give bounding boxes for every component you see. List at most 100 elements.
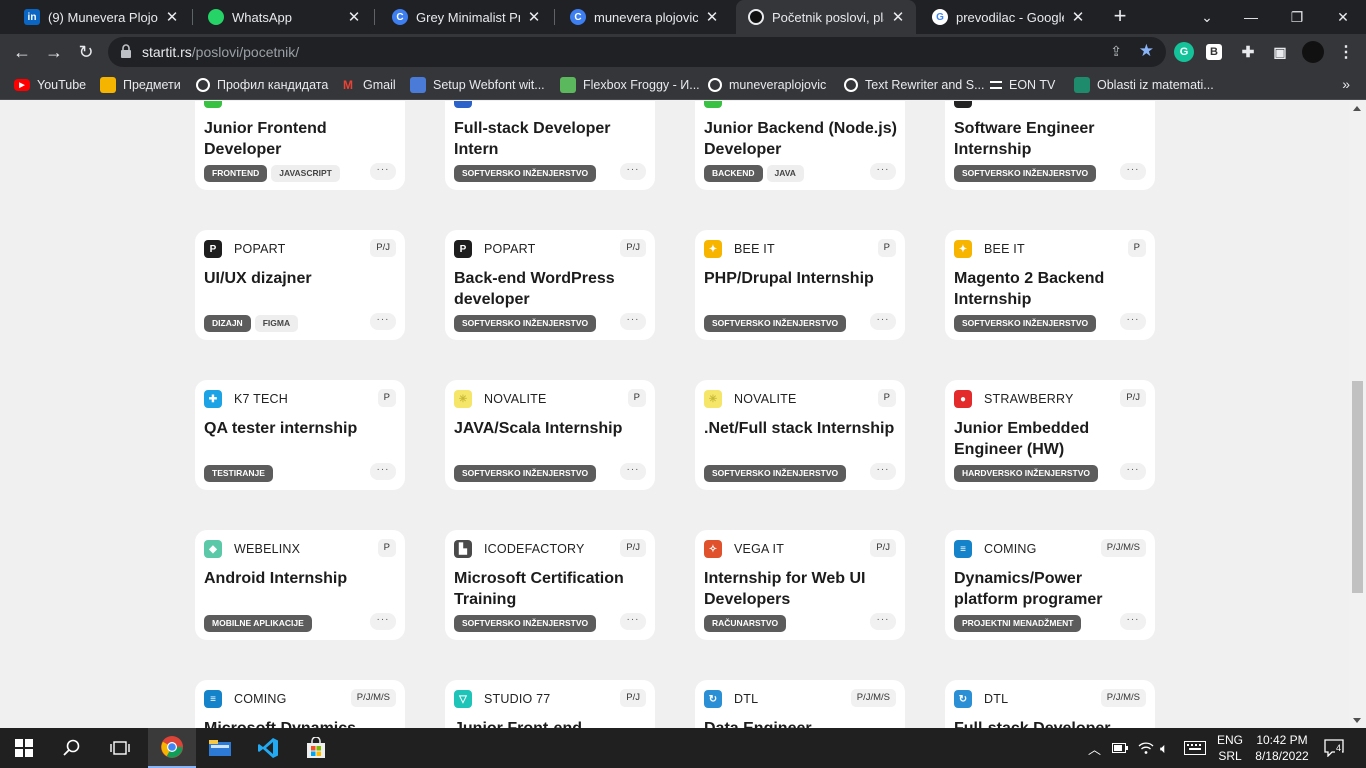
- job-card[interactable]: ✦ BEE IT P Magento 2 Backend Internship Soft…: [945, 230, 1155, 340]
- job-title[interactable]: Junior Front-end: [454, 718, 650, 728]
- forward-button[interactable]: →: [40, 38, 68, 66]
- company-name[interactable]: NOVALITE: [484, 392, 547, 406]
- close-window-button[interactable]: ✕: [1320, 0, 1366, 34]
- job-tag[interactable]: Softversko inženjerstvo: [454, 165, 597, 182]
- job-tag[interactable]: Hardversko inženjerstvo: [954, 465, 1098, 482]
- keyboard-icon[interactable]: [1184, 728, 1206, 768]
- job-tag[interactable]: Softversko inženjerstvo: [704, 465, 847, 482]
- more-options-icon[interactable]: ···: [870, 313, 896, 330]
- close-tab-icon[interactable]: ✕: [164, 8, 180, 26]
- job-tag[interactable]: Softversko inženjerstvo: [954, 315, 1097, 332]
- bookmark-item[interactable]: Профил кандидата: [196, 76, 328, 94]
- company-name[interactable]: COMING: [234, 692, 287, 706]
- tray-chevron-icon[interactable]: ︿: [1088, 728, 1101, 768]
- bookmark-item[interactable]: M Gmail: [340, 76, 396, 94]
- bookmark-star-icon[interactable]: ★: [1139, 41, 1154, 61]
- job-title[interactable]: Back-end WordPress developer: [454, 268, 650, 310]
- browser-tab[interactable]: C Grey Minimalist Profess ✕: [380, 0, 552, 34]
- browser-tab[interactable]: Cmunevera plojovic – A ✕: [558, 0, 730, 34]
- scrollbar-thumb[interactable]: [1352, 381, 1363, 593]
- bookmark-item[interactable]: Предмети: [100, 76, 181, 94]
- job-tag[interactable]: Frontend: [204, 165, 268, 182]
- job-title[interactable]: Dynamics/Power platform programer: [954, 568, 1150, 610]
- back-button[interactable]: ←: [8, 38, 36, 66]
- job-title[interactable]: Junior Frontend Developer: [204, 118, 400, 160]
- close-tab-icon[interactable]: ✕: [526, 8, 542, 26]
- job-tag[interactable]: Figma: [254, 315, 299, 332]
- more-options-icon[interactable]: ···: [1120, 163, 1146, 180]
- bookmark-item[interactable]: Oblasti iz matemati...: [1074, 76, 1214, 94]
- reload-button[interactable]: ↻: [72, 38, 100, 66]
- job-card[interactable]: ≡ COMING P/J/M/S Dynamics/Power platform pr…: [945, 530, 1155, 640]
- job-title[interactable]: Junior Embedded Engineer (HW): [954, 418, 1150, 460]
- close-tab-icon[interactable]: ✕: [1070, 8, 1086, 26]
- more-options-icon[interactable]: ···: [870, 613, 896, 630]
- job-title[interactable]: Data Engineer: [704, 718, 900, 728]
- more-options-icon[interactable]: ···: [370, 613, 396, 630]
- job-card[interactable]: ✦ BEE IT P PHP/Drupal Internship Softversko …: [695, 230, 905, 340]
- grammarly-icon[interactable]: G: [1174, 42, 1194, 62]
- job-card[interactable]: Software Engineer Internship Softversko i…: [945, 101, 1155, 190]
- bookmark-item[interactable]: Text Rewriter and S...: [844, 76, 985, 94]
- job-card[interactable]: P POPART P/J UI/UX dizajner Dizajn Figma ···: [195, 230, 405, 340]
- extensions-puzzle-icon[interactable]: ✚: [1238, 42, 1258, 62]
- company-name[interactable]: VEGA IT: [734, 542, 784, 556]
- job-card[interactable]: Full-stack Developer Intern Softversko in…: [445, 101, 655, 190]
- company-name[interactable]: POPART: [484, 242, 535, 256]
- page-scrollbar[interactable]: [1349, 101, 1366, 728]
- bookmark-item[interactable]: Flexbox Froggy - И...: [560, 76, 700, 94]
- job-card[interactable]: ▙ ICODEFACTORY P/J Microsoft Certification …: [445, 530, 655, 640]
- company-name[interactable]: STRAWBERRY: [984, 392, 1074, 406]
- notifications-icon[interactable]: 4: [1324, 728, 1344, 768]
- job-title[interactable]: Full-stack Developer Intern: [454, 118, 650, 160]
- bookmark-item[interactable]: muneveraplojovic: [708, 76, 826, 94]
- more-options-icon[interactable]: ···: [620, 163, 646, 180]
- job-tag[interactable]: Testiranje: [204, 465, 273, 482]
- bookmark-item[interactable]: Setup Webfont wit...: [410, 76, 545, 94]
- close-tab-icon[interactable]: ✕: [704, 8, 720, 26]
- job-title[interactable]: .Net/Full stack Internship: [704, 418, 900, 439]
- file-explorer-icon[interactable]: [196, 728, 244, 768]
- more-options-icon[interactable]: ···: [620, 313, 646, 330]
- job-card[interactable]: ✳ NOVALITE P .Net/Full stack Internship Soft…: [695, 380, 905, 490]
- bookmark-item[interactable]: EON TV: [990, 76, 1055, 94]
- battery-icon[interactable]: [1112, 728, 1128, 768]
- company-name[interactable]: STUDIO 77: [484, 692, 550, 706]
- job-title[interactable]: Android Internship: [204, 568, 400, 589]
- tab-search-chevron-icon[interactable]: ⌄: [1184, 0, 1230, 34]
- company-name[interactable]: BEE IT: [734, 242, 775, 256]
- job-tag[interactable]: Dizajn: [204, 315, 251, 332]
- company-name[interactable]: NOVALITE: [734, 392, 797, 406]
- company-name[interactable]: COMING: [984, 542, 1037, 556]
- more-options-icon[interactable]: ···: [620, 463, 646, 480]
- task-view-icon[interactable]: [96, 728, 144, 768]
- language-indicator[interactable]: ENG SRL: [1217, 728, 1243, 768]
- share-icon[interactable]: ⇪: [1110, 43, 1122, 60]
- address-bar[interactable]: startit.rs/poslovi/pocetnik/ ⇪ ★: [108, 37, 1166, 67]
- job-title[interactable]: Microsoft Certification Training: [454, 568, 650, 610]
- job-title[interactable]: Magento 2 Backend Internship: [954, 268, 1150, 310]
- job-tag[interactable]: Softversko inženjerstvo: [704, 315, 847, 332]
- more-options-icon[interactable]: ···: [620, 613, 646, 630]
- close-tab-icon[interactable]: ✕: [890, 8, 906, 26]
- job-title[interactable]: PHP/Drupal Internship: [704, 268, 900, 289]
- company-name[interactable]: POPART: [234, 242, 285, 256]
- minimize-button[interactable]: —: [1228, 0, 1274, 34]
- job-tag[interactable]: Softversko inženjerstvo: [954, 165, 1097, 182]
- job-card[interactable]: ✧ VEGA IT P/J Internship for Web UI Develop…: [695, 530, 905, 640]
- job-card[interactable]: ● STRAWBERRY P/J Junior Embedded Engineer (…: [945, 380, 1155, 490]
- maximize-button[interactable]: ❐: [1274, 0, 1320, 34]
- job-card[interactable]: Junior Frontend Developer Frontend JavaScr…: [195, 101, 405, 190]
- job-card[interactable]: ✳ NOVALITE P JAVA/Scala Internship Softversk…: [445, 380, 655, 490]
- more-options-icon[interactable]: ···: [870, 163, 896, 180]
- more-options-icon[interactable]: ···: [370, 313, 396, 330]
- job-tag[interactable]: Java: [766, 165, 804, 182]
- job-title[interactable]: Junior Backend (Node.js) Developer: [704, 118, 900, 160]
- job-card[interactable]: ↻ DTL P/J/M/S Full-stack Developer: [945, 680, 1155, 728]
- job-title[interactable]: JAVA/Scala Internship: [454, 418, 650, 439]
- job-card[interactable]: ↻ DTL P/J/M/S Data Engineer: [695, 680, 905, 728]
- job-title[interactable]: Microsoft Dynamics: [204, 718, 400, 728]
- clock[interactable]: 10:42 PM 8/18/2022: [1254, 728, 1310, 768]
- profile-avatar[interactable]: [1302, 41, 1324, 63]
- company-name[interactable]: K7 TECH: [234, 392, 288, 406]
